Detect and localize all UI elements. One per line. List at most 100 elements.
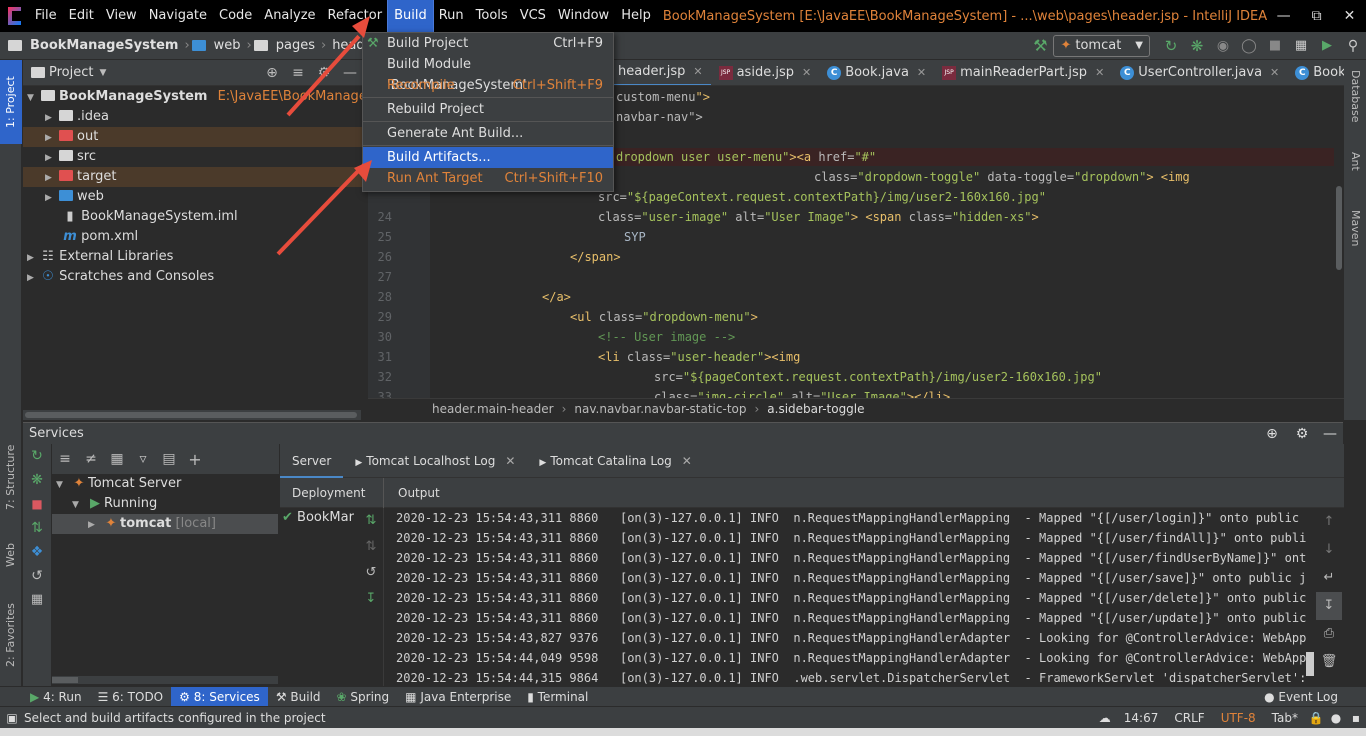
caret-position[interactable]: 14:67 xyxy=(1116,711,1167,725)
tool-tab-todo[interactable]: ☰ 6: TODO xyxy=(90,687,172,707)
debug-bug-icon[interactable]: ❋ xyxy=(23,468,51,492)
chevron-down-icon[interactable]: ▼ xyxy=(99,68,106,78)
undeploy-icon[interactable]: ⇅ xyxy=(360,534,382,560)
new-tab-icon[interactable]: ▤ xyxy=(156,451,182,467)
tool-tab-build[interactable]: ⚒ Build xyxy=(268,687,329,707)
deployment-item[interactable]: ✔ BookMar xyxy=(280,508,360,528)
terminal-icon[interactable]: ▶ xyxy=(1314,38,1340,53)
scrollbar-thumb[interactable] xyxy=(52,677,78,683)
tab-user-controller[interactable]: C UserController.java ✕ xyxy=(1112,60,1287,85)
scroll-to-end-icon[interactable]: ↧ xyxy=(1316,592,1342,620)
stop-icon[interactable]: ■ xyxy=(23,492,51,516)
collapse-all-icon[interactable]: ≡ xyxy=(285,65,311,81)
menu-analyze[interactable]: Analyze xyxy=(258,0,321,32)
minimize-icon[interactable]: — xyxy=(1267,0,1300,32)
crumb-nav[interactable]: nav.navbar.navbar-static-top xyxy=(574,402,746,416)
menu-help[interactable]: Help xyxy=(615,0,657,32)
scrollbar-thumb[interactable] xyxy=(1336,186,1342,270)
close-icon[interactable]: ✕ xyxy=(693,60,702,85)
close-icon[interactable]: ✕ xyxy=(917,60,926,85)
tab-main-reader-part[interactable]: JSP mainReaderPart.jsp ✕ xyxy=(934,60,1112,85)
close-window-icon[interactable]: ✕ xyxy=(1333,0,1366,32)
menu-navigate[interactable]: Navigate xyxy=(143,0,213,32)
tab-book-controller[interactable]: CBookCon xyxy=(1287,60,1344,85)
menu-run-ant-target[interactable]: Run Ant Target Ctrl+Shift+F10 xyxy=(363,168,613,189)
background-tasks-icon[interactable]: ☁ xyxy=(1094,711,1116,725)
build-hammer-icon[interactable]: ⚒ xyxy=(1027,36,1053,55)
collapse-all-icon[interactable]: ≠ xyxy=(78,451,104,467)
add-icon[interactable]: + xyxy=(182,450,208,469)
nav-crumb-pages[interactable]: pages xyxy=(272,38,319,53)
project-view-title[interactable]: Project xyxy=(49,65,93,80)
tool-tab-terminal[interactable]: ▮ Terminal xyxy=(519,687,596,707)
tree-item-target[interactable]: ▶ target xyxy=(23,167,363,187)
rerun-icon[interactable]: ↻ xyxy=(23,444,51,468)
tree-item-idea[interactable]: ▶ .idea xyxy=(23,107,363,127)
menu-window[interactable]: Window xyxy=(552,0,615,32)
tree-item-web[interactable]: ▶ web xyxy=(23,187,363,207)
deploy-icon[interactable]: ⇅ xyxy=(360,508,382,534)
run-config-select[interactable]: ✦ tomcat ▼ xyxy=(1053,34,1150,57)
menu-generate-ant-build[interactable]: Generate Ant Build... xyxy=(363,123,613,144)
deploy-icon[interactable]: ⇅ xyxy=(23,516,51,540)
search-everywhere-icon[interactable]: ⚲ xyxy=(1340,38,1366,54)
restore-icon[interactable]: ⧉ xyxy=(1300,0,1333,32)
tree-item-out[interactable]: ▶ out xyxy=(23,127,363,147)
menu-recompile[interactable]: Recompile Ctrl+Shift+F9 xyxy=(363,75,613,96)
tool-tab-favorites[interactable]: 2: Favorites xyxy=(0,590,22,680)
menu-run[interactable]: Run xyxy=(433,0,470,32)
tool-tab-structure[interactable]: 7: Structure xyxy=(0,432,22,522)
menu-build[interactable]: Build xyxy=(387,0,434,33)
menu-view[interactable]: View xyxy=(100,0,143,32)
locate-target-icon[interactable]: ⊕ xyxy=(1257,426,1287,442)
file-encoding[interactable]: UTF-8 xyxy=(1213,711,1264,725)
tool-tab-java-enterprise[interactable]: ▦ Java Enterprise xyxy=(397,687,519,707)
tab-book-java[interactable]: C Book.java ✕ xyxy=(819,60,934,85)
tool-tab-ant[interactable]: Ant xyxy=(1344,152,1366,192)
nav-crumb-web[interactable]: web xyxy=(210,38,245,53)
trash-icon[interactable]: 🗑 xyxy=(1316,648,1342,676)
rerun-icon[interactable]: ↻ xyxy=(1158,37,1184,55)
menu-build-module[interactable]: Build Module 'BookManageSystem' xyxy=(363,54,613,93)
tool-tab-run[interactable]: ▶ 4: Run xyxy=(22,687,90,707)
filter-icon[interactable]: ▿ xyxy=(130,451,156,467)
tree-item-scratches[interactable]: ▶ ☉ Scratches and Consoles xyxy=(23,267,363,287)
tree-item-src[interactable]: ▶ src xyxy=(23,147,363,167)
close-icon[interactable]: ✕ xyxy=(1095,60,1104,85)
tab-header-jsp[interactable]: header.jsp ✕ xyxy=(614,60,711,85)
lock-icon[interactable]: 🔒 xyxy=(1306,711,1326,725)
tree-item-external-libraries[interactable]: ▶ ☷ External Libraries xyxy=(23,247,363,267)
tree-tomcat-server[interactable]: ▼ ✦ Tomcat Server xyxy=(52,474,278,494)
tool-tab-maven[interactable]: Maven xyxy=(1344,210,1366,270)
hide-panel-icon[interactable]: — xyxy=(337,65,363,81)
soft-wrap-icon[interactable]: ↵ xyxy=(1316,564,1342,592)
horizontal-scrollbar[interactable] xyxy=(52,676,278,684)
tab-catalina-log[interactable]: ▶ Tomcat Catalina Log ✕ xyxy=(527,444,703,478)
close-icon[interactable]: ✕ xyxy=(682,454,692,468)
close-icon[interactable]: ✕ xyxy=(802,60,811,85)
close-icon[interactable]: ✕ xyxy=(505,454,515,468)
tab-server[interactable]: Server xyxy=(280,444,344,478)
crumb-header[interactable]: header.main-header xyxy=(432,402,554,416)
inspector-icon[interactable]: ● xyxy=(1326,711,1346,725)
refresh-icon[interactable]: ↺ xyxy=(23,564,51,588)
expand-all-icon[interactable]: ≡ xyxy=(52,451,78,467)
vertical-scrollbar[interactable] xyxy=(1334,86,1344,398)
menu-build-artifacts[interactable]: Build Artifacts... xyxy=(363,147,613,168)
stop-icon[interactable]: ■ xyxy=(1262,38,1288,53)
crumb-a[interactable]: a.sidebar-toggle xyxy=(767,402,864,416)
group-icon[interactable]: ▦ xyxy=(104,451,130,467)
menu-rebuild-project[interactable]: Rebuild Project xyxy=(363,99,613,120)
close-icon[interactable]: ✕ xyxy=(1270,60,1279,85)
tool-tab-database[interactable]: Database xyxy=(1344,70,1366,140)
arrow-down-icon[interactable]: ↓ xyxy=(1316,536,1342,564)
line-separator[interactable]: CRLF xyxy=(1166,711,1212,725)
nav-crumb-project[interactable]: BookManageSystem xyxy=(26,38,182,53)
event-log-button[interactable]: ● Event Log xyxy=(1256,687,1346,707)
menu-tools[interactable]: Tools xyxy=(470,0,514,32)
refresh-icon[interactable]: ↺ xyxy=(360,560,382,586)
tool-tab-web[interactable]: Web xyxy=(0,530,22,580)
settings-gear-icon[interactable]: ⚙ xyxy=(1287,426,1317,442)
horizontal-scrollbar[interactable] xyxy=(23,410,361,420)
hide-panel-icon[interactable]: — xyxy=(1317,426,1343,442)
